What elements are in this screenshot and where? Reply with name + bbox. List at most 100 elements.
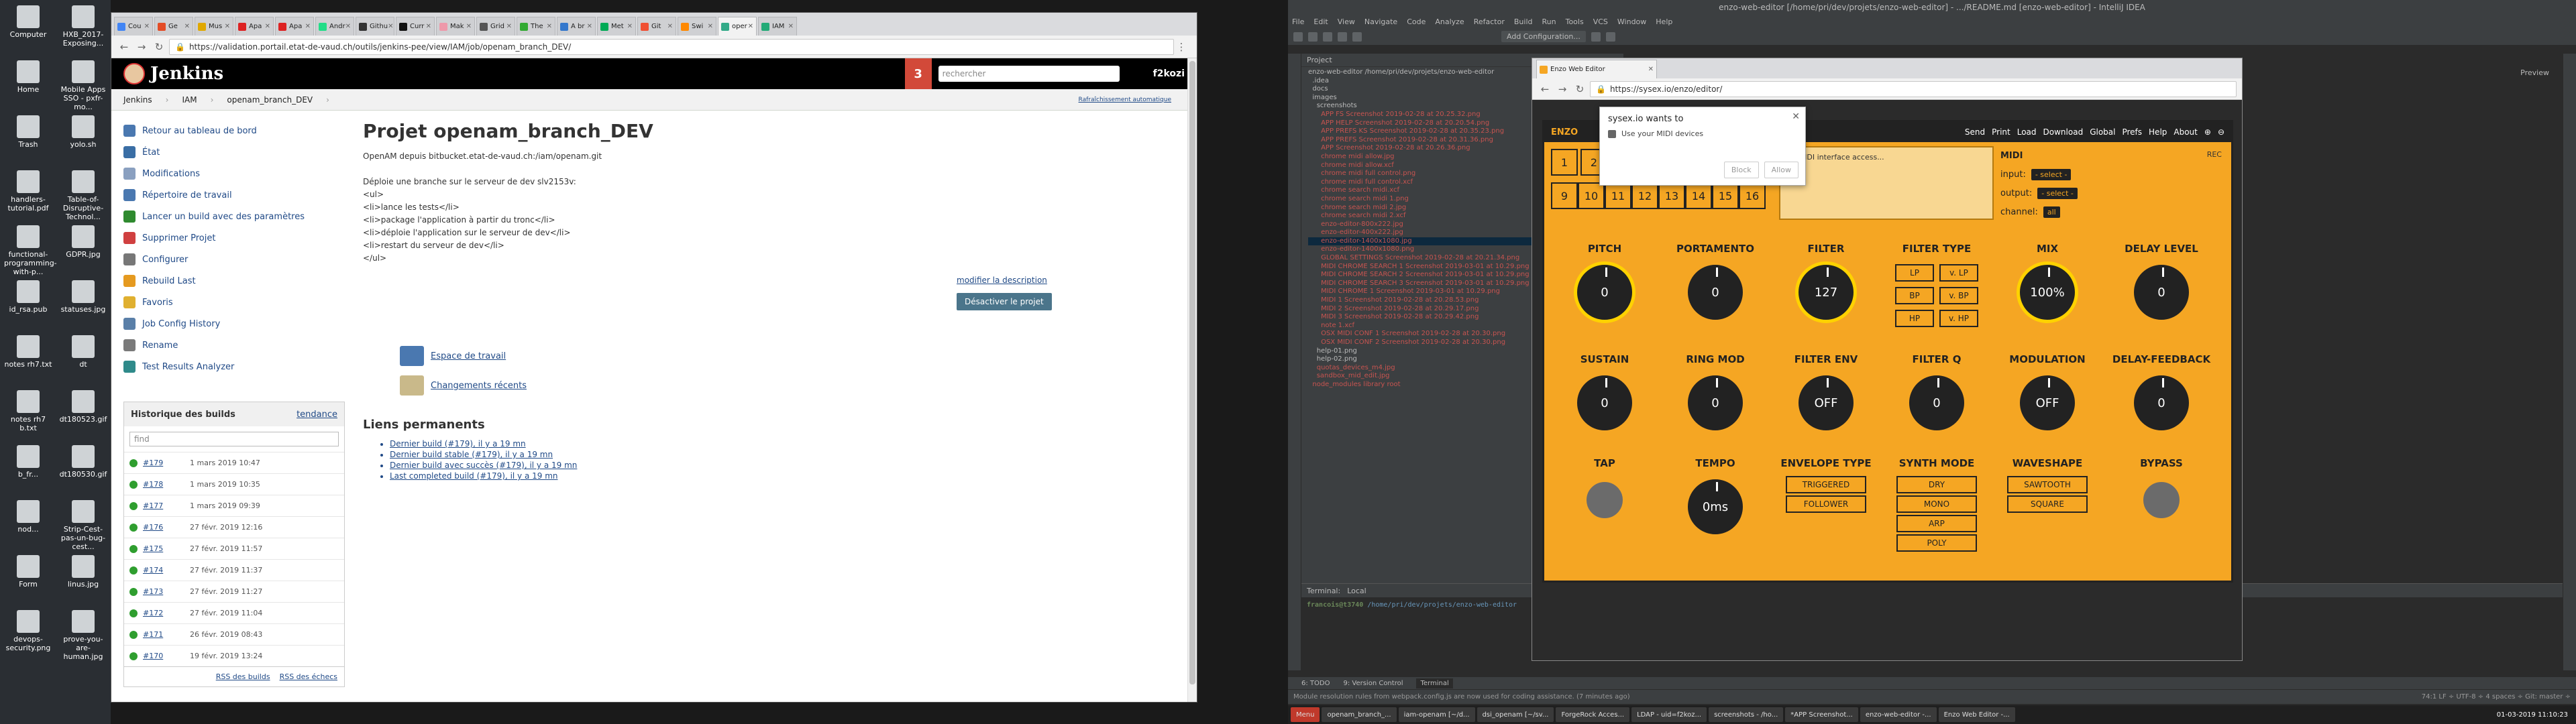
envelope-type-button[interactable]: TRIGGERED [1786,476,1866,493]
desktop-icon[interactable]: Home [4,60,52,94]
back-icon[interactable]: ← [1538,82,1552,97]
build-number-link[interactable]: #172 [143,609,190,617]
enzo-menu-item[interactable]: Load [2017,127,2037,137]
desktop-icon[interactable]: GDPR.jpg [59,225,107,259]
close-tab-icon[interactable]: ✕ [184,23,190,30]
knob-dial[interactable]: 0ms [1684,476,1746,538]
desktop-icon[interactable]: dt180523.gif [59,390,107,424]
program-button[interactable]: 11 [1605,182,1631,209]
build-row[interactable]: #172 27 févr. 2019 11:04 [124,602,344,623]
program-button[interactable]: 9 [1551,182,1578,209]
midi-output-select[interactable]: - select - [2037,187,2078,199]
knob-dial[interactable]: 100% [2017,261,2078,323]
browser-tab[interactable]: Mak ✕ [436,17,475,36]
close-tab-icon[interactable]: ✕ [708,23,713,30]
enzo-menu-item[interactable]: Print [1992,127,2010,137]
synth-mode-button[interactable]: DRY [1896,476,1977,493]
build-row[interactable]: #179 1 mars 2019 10:47 [124,452,344,473]
knob-dial[interactable]: OFF [2017,372,2078,434]
build-row[interactable]: #177 1 mars 2019 09:39 [124,495,344,516]
enzo-menu-item[interactable]: Download [2043,127,2084,137]
desktop-icon[interactable]: Form [4,555,52,589]
program-button[interactable]: 1 [1551,149,1578,176]
midi-channel-select[interactable]: all [2043,206,2060,218]
desktop-icon[interactable]: yolo.sh [59,115,107,149]
desktop-icon[interactable]: dt180530.gif [59,445,107,479]
browser-tab[interactable]: Curr ✕ [396,17,435,36]
workspace-link[interactable]: Espace de travail [400,341,527,371]
close-tab-icon[interactable]: ✕ [466,23,472,30]
permalink[interactable]: Dernier build stable (#179), il y a 19 m… [390,449,833,460]
menu-item[interactable]: Refactor [1474,17,1505,26]
close-tab-icon[interactable]: ✕ [426,23,431,30]
build-number-link[interactable]: #171 [143,630,190,639]
block-button[interactable]: Block [1723,162,1759,178]
desktop-icon[interactable]: Strip-Cest-pas-un-bug-cest... [59,500,107,551]
side-item[interactable]: Rebuild Last [123,270,352,292]
menu-item[interactable]: Code [1407,17,1426,26]
menu-item[interactable]: Tools [1566,17,1584,26]
build-number-link[interactable]: #177 [143,501,190,510]
browser-tab[interactable]: The ✕ [517,17,555,36]
menu-item[interactable]: Edit [1313,17,1328,26]
close-tab-icon[interactable]: ✕ [225,23,230,30]
search-input[interactable]: rechercher [938,66,1120,82]
build-filter-input[interactable]: find [129,432,339,446]
program-button[interactable]: 14 [1685,182,1712,209]
tool-tab[interactable]: Terminal [1416,678,1453,688]
build-row[interactable]: #174 27 févr. 2019 11:37 [124,559,344,581]
midi-input-select[interactable]: - select - [2031,168,2072,180]
program-button[interactable]: 15 [1712,182,1739,209]
desktop-icon[interactable]: prove-you-are-human.jpg [59,610,107,661]
build-number-link[interactable]: #173 [143,587,190,596]
close-tab-icon[interactable]: ✕ [627,23,633,30]
user-link[interactable]: f2kozi [1153,68,1185,79]
desktop-icon[interactable]: notes rh7.txt [4,335,52,369]
build-row[interactable]: #178 1 mars 2019 10:35 [124,473,344,495]
address-bar[interactable]: 🔒 https://sysex.io/enzo/editor/ [1590,80,2237,97]
breadcrumb-jenkins[interactable]: Jenkins [123,95,152,105]
close-dialog-icon[interactable]: ✕ [1792,111,1800,122]
close-tab-icon[interactable]: ✕ [388,23,393,30]
side-item[interactable]: Rename [123,335,352,356]
browser-tab[interactable]: Git ✕ [637,17,676,36]
rss-failures-link[interactable]: RSS des échecs [280,672,337,681]
close-tab-icon[interactable]: ✕ [506,23,512,30]
knob-dial[interactable]: 0 [1684,261,1746,323]
permalink[interactable]: Last completed build (#179), il y a 19 m… [390,471,833,481]
bypass-button[interactable] [2140,479,2183,522]
browser-tab[interactable]: Met ✕ [597,17,636,36]
close-tab-icon[interactable]: ✕ [1648,66,1654,73]
permalink[interactable]: Dernier build (#179), il y a 19 mn [390,438,833,449]
knob-dial[interactable]: 0 [1906,372,1968,434]
build-number-link[interactable]: #170 [143,652,190,660]
enzo-menu-item[interactable]: Global [2090,127,2115,137]
forward-icon[interactable]: → [134,40,149,54]
close-tab-icon[interactable]: ✕ [547,23,552,30]
menu-item[interactable]: VCS [1593,17,1608,26]
taskbar-item[interactable]: ForgeRock Acces... [1556,707,1630,722]
reload-icon[interactable]: ↻ [152,40,166,54]
menu-item[interactable]: Window [1617,17,1646,26]
menu-item[interactable]: File [1292,17,1304,26]
right-tool-strip[interactable] [2563,54,2576,670]
synth-mode-button[interactable]: ARP [1896,515,1977,532]
build-row[interactable]: #175 27 févr. 2019 11:57 [124,538,344,559]
waveshape-button[interactable]: SQUARE [2007,495,2088,513]
program-button[interactable]: 10 [1578,182,1605,209]
menu-icon[interactable]: ⋮ [1174,40,1189,54]
close-tab-icon[interactable]: ✕ [667,23,673,30]
synth-mode-button[interactable]: MONO [1896,495,1977,513]
desktop-icon[interactable]: id_rsa.pub [4,280,52,314]
menu-item[interactable]: Build [1514,17,1533,26]
side-item[interactable]: Test Results Analyzer [123,356,352,377]
debug-icon[interactable] [1605,32,1615,42]
taskbar-item[interactable]: iam-openam [~/d... [1398,707,1475,722]
close-tab-icon[interactable]: ✕ [305,23,311,30]
permalink[interactable]: Dernier build avec succès (#179), il y a… [390,460,833,471]
desktop-icon[interactable]: notes rh7 b.txt [4,390,52,432]
side-item[interactable]: Supprimer Projet [123,227,352,249]
breadcrumb-iam[interactable]: IAM [182,95,197,105]
add-configuration-button[interactable]: Add Configuration... [1501,31,1586,42]
scrollbar-thumb[interactable] [1189,61,1195,684]
